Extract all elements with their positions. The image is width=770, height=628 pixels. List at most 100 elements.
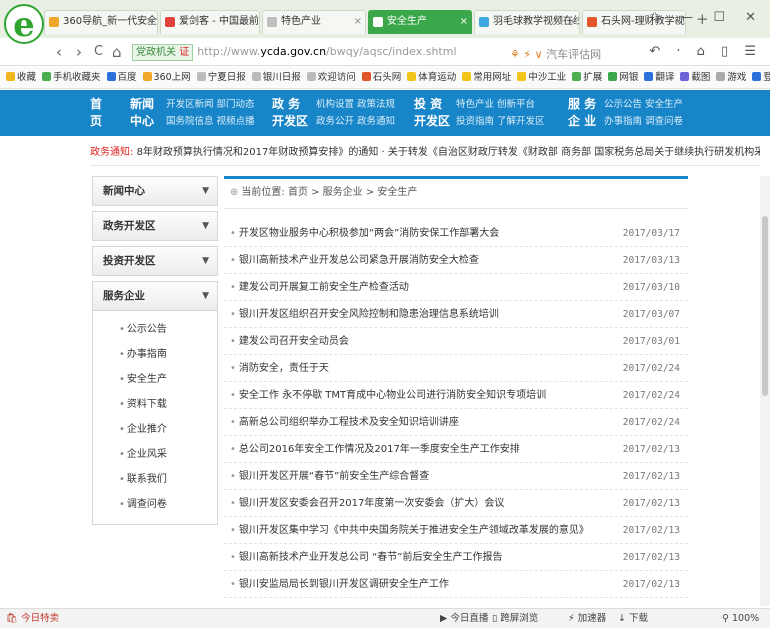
sidebar-subitem[interactable]: • 安全生产 xyxy=(93,367,217,392)
bookmark-item[interactable]: 登录管家 xyxy=(752,67,770,88)
bookmark-icon xyxy=(6,72,15,81)
breadcrumb-text[interactable]: 当前位置: 首页 > 服务企业 > 安全生产 xyxy=(241,187,417,198)
tab-close-icon[interactable]: × xyxy=(248,11,256,33)
bullet-icon: • xyxy=(119,424,125,435)
sidebar-subitem[interactable]: • 企业推介 xyxy=(93,417,217,442)
bookmark-icon xyxy=(306,72,316,81)
browser-tab[interactable]: 360导航_新一代安全上网× xyxy=(44,10,158,34)
article-link[interactable]: • 银川开发区组织召开安全风险控制和隐患治理信息系统培训 xyxy=(230,301,598,328)
browser-tab[interactable]: 羽毛球教学视频在线观看× xyxy=(474,10,580,34)
article-link[interactable]: • 建发公司开展复工前安全生产检查活动 xyxy=(230,274,598,301)
article-link[interactable]: • 银川安监局局长到银川开发区调研安全生产工作 xyxy=(230,571,598,598)
article-date: 2017/03/17 xyxy=(622,228,680,239)
sidebar-menu[interactable]: 投资开发区 ▼ xyxy=(92,246,218,276)
browser-window: e 360导航_新一代安全上网×爱剑客 - 中国最前沿的财×特色产业×安全生产×… xyxy=(0,0,770,628)
article-link[interactable]: • 银川高新技术产业开发总公司 “春节”前后安全生产工作报告 xyxy=(230,544,598,571)
nav-invest-links[interactable]: 特色产业 创新平台 投资指南 了解开发区 xyxy=(456,96,545,130)
browser-tab[interactable]: 爱剑客 - 中国最前沿的财× xyxy=(160,10,260,34)
tab-close-icon[interactable]: × xyxy=(146,11,154,33)
article-link[interactable]: • 高新总公司组织举办工程技术及安全知识培训讲座 xyxy=(230,409,598,436)
sidebar-menu[interactable]: 新闻中心 ▼ xyxy=(92,176,218,206)
url-field[interactable]: 党政机关 证 http://www.ycda.gov.cn/bwqy/aqsc/i… xyxy=(132,42,692,62)
bookmark-item[interactable]: 体育运动 xyxy=(407,67,456,88)
browser-tab[interactable]: 安全生产 × xyxy=(368,10,472,34)
tab-close-icon[interactable]: × xyxy=(568,11,576,33)
article-link[interactable]: • 总公司2016年安全工作情况及2017年一季度安全生产工作安排 xyxy=(230,436,598,463)
article-date: 2017/03/01 xyxy=(622,336,680,347)
page-scrollbar[interactable] xyxy=(760,176,770,606)
nav-home[interactable]: 首页 xyxy=(90,96,102,130)
bullet-icon: • xyxy=(119,499,125,510)
tab-close-icon[interactable]: × xyxy=(354,11,362,33)
window-controls[interactable]: ✩ — ☐ ✕ xyxy=(649,10,764,25)
sidebar-subitem[interactable]: • 调查问卷 xyxy=(93,492,217,517)
sidebar-subitem[interactable]: • 联系我们 xyxy=(93,467,217,492)
bookmark-item[interactable]: 中沙工业 xyxy=(517,67,566,88)
sidebar-subitem[interactable]: • 企业风采 xyxy=(93,442,217,467)
bookmark-item[interactable]: 翻译 xyxy=(644,67,674,88)
nav-gov-links[interactable]: 机构设置 政策法规 政务公开 政务通知 xyxy=(316,96,395,130)
bookmark-item[interactable]: 手机收藏夹 xyxy=(42,67,101,88)
bookmark-item[interactable]: 游戏 xyxy=(716,67,746,88)
bookmark-item[interactable]: 扩展 xyxy=(572,67,602,88)
bookmark-item[interactable]: 截图 xyxy=(680,67,710,88)
sidebar-subitem[interactable]: • 公示公告 xyxy=(93,317,217,342)
accelerator-link[interactable]: ⚡ 加速器 xyxy=(568,609,606,628)
gov-badge[interactable]: 党政机关 证 xyxy=(132,44,194,61)
tab-favicon-icon xyxy=(587,17,597,27)
nav-news[interactable]: 新闻 中心 xyxy=(130,96,154,130)
sidebar-submenu: • 公示公告 • 办事指南 • 安全生产 • 资料下载 • 企业推介 • 企业风采 • 联系我们 • 调查问卷 xyxy=(92,311,218,525)
nav-gov[interactable]: 政 务开发区 xyxy=(272,96,308,130)
bookmark-icon xyxy=(42,72,52,81)
bookmark-item[interactable]: 收藏 xyxy=(6,67,36,88)
bookmark-item[interactable]: 百度 xyxy=(106,67,137,88)
sidebar-menu[interactable]: 服务企业 ▼ xyxy=(92,281,218,311)
live-link[interactable]: ▶ 今日直播 xyxy=(440,609,488,628)
today-deals-link[interactable]: 🛍 今日特卖 xyxy=(6,609,59,628)
bookmark-item[interactable]: 常用网址 xyxy=(462,67,511,88)
article-link[interactable]: • 银川开发区安委会召开2017年度第一次安委会（扩大）会议 xyxy=(230,490,598,517)
back-icon[interactable]: ‹ xyxy=(56,43,62,61)
reload-icon[interactable]: C xyxy=(94,44,103,59)
browser-tab[interactable]: 特色产业 × xyxy=(262,10,366,34)
sidebar-subitem[interactable]: • 办事指南 xyxy=(93,342,217,367)
notice-text[interactable]: 8年财政预算执行情况和2017年财政预算安排》的通知 · 关于转发《自治区财政厅… xyxy=(137,147,760,158)
notice-label: 政务通知: xyxy=(90,147,134,158)
article-link[interactable]: • 银川开发区开展“春节”前安全生产综合督查 xyxy=(230,463,598,490)
bookmark-item[interactable]: 360上网 xyxy=(142,67,191,88)
sidebar-subitem[interactable]: • 资料下载 xyxy=(93,392,217,417)
bookmark-item[interactable]: 石头网 xyxy=(361,67,401,88)
download-link[interactable]: ↓ 下载 xyxy=(618,609,648,628)
article-list: • 开发区物业服务中心积极参加“两会”消防安保工作部署大会 2017/03/17 • 银… xyxy=(224,220,688,598)
article-date: 2017/02/13 xyxy=(622,525,680,536)
sidebar-menu[interactable]: 政务开发区 ▼ xyxy=(92,211,218,241)
article-row: • 建发公司召开安全动员会 2017/03/01 xyxy=(224,328,688,355)
nav-news-links[interactable]: 开发区新闻 部门动态 国务院信息 视频点播 xyxy=(166,96,255,130)
article-link[interactable]: • 建发公司召开安全动员会 xyxy=(230,328,598,355)
article-link[interactable]: • 开发区物业服务中心积极参加“两会”消防安保工作部署大会 xyxy=(230,220,598,247)
bookmark-item[interactable]: 宁夏日报 xyxy=(196,67,246,88)
browser-logo-icon[interactable]: e xyxy=(4,4,44,44)
bookmark-icon xyxy=(407,72,417,81)
article-link[interactable]: • 银川开发区集中学习《中共中央国务院关于推进安全生产领域改革发展的意见》 xyxy=(230,517,598,544)
bookmark-item[interactable]: 欢迎访问 xyxy=(306,67,356,88)
cross-screen-link[interactable]: ▯ 跨屏浏览 xyxy=(492,609,538,628)
bookmark-item[interactable]: 银川日报 xyxy=(251,67,301,88)
forward-icon[interactable]: › xyxy=(76,43,82,61)
article-link[interactable]: • 安全工作 永不停歇 TMT育成中心物业公司进行消防安全知识专项培训 xyxy=(230,382,598,409)
article-link[interactable]: • 消防安全，责任于天 xyxy=(230,355,598,382)
scrollbar-thumb[interactable] xyxy=(762,216,768,396)
bookmark-item[interactable]: 网银 xyxy=(608,67,638,88)
home-icon[interactable]: ⌂ xyxy=(112,43,122,61)
zoom-level[interactable]: ⚲ 100% xyxy=(722,609,759,628)
tab-close-icon[interactable]: × xyxy=(460,11,468,33)
nav-service-links[interactable]: 公示公告 安全生产 办事指南 调查问卷 xyxy=(604,96,683,130)
article-link[interactable]: • 银川高新技术产业开发总公司紧急开展消防安全大检查 xyxy=(230,247,598,274)
notice-ticker[interactable]: 政务通知: 8年财政预算执行情况和2017年财政预算安排》的通知 · 关于转发《… xyxy=(90,140,760,166)
nav-service[interactable]: 服 务企 业 xyxy=(568,96,596,130)
chevron-down-icon: ▼ xyxy=(202,256,209,266)
toolbar-icons[interactable]: ↶ · ⌂ ▯ ☰ xyxy=(649,44,762,59)
nav-invest[interactable]: 投 资开发区 xyxy=(414,96,450,130)
search-box[interactable]: ⚘ ⚡ ∨ 汽车评估网 xyxy=(510,46,601,62)
bookmark-icon xyxy=(106,72,116,81)
